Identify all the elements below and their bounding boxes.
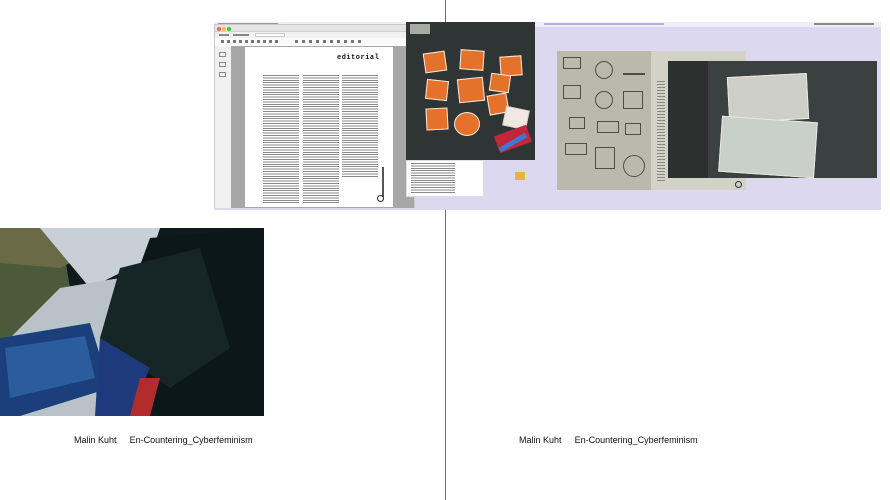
logo-icon [377,195,384,202]
attachment-icon[interactable] [219,72,226,77]
pdf-text-column [342,75,378,177]
logo-icon [735,181,742,188]
text-editor-window [406,160,484,197]
status-icons [814,23,874,25]
stamp-mark [569,117,585,129]
pdf-text-column [263,75,299,203]
text-lines [411,163,455,193]
sticker [456,76,486,104]
folder-icon[interactable] [515,172,525,180]
window-title-bar[interactable] [215,25,414,32]
pdf-text-column [303,75,339,203]
pages-icon[interactable] [219,52,226,57]
close-icon[interactable] [217,26,221,31]
object [410,24,430,34]
caption-title: En-Countering_Cyberfeminism [129,435,253,445]
cd-cases-photo [668,61,877,179]
shadow [668,61,708,178]
caption-left: Malin Kuht En-Countering_Cyberfeminism [74,434,253,446]
cd-case [718,115,818,179]
stamp-mark [563,85,581,99]
stamp-mark [595,91,613,109]
pdf-reader-window: editorial [214,24,415,208]
tab-document[interactable] [255,33,285,37]
sticker [459,49,485,71]
sticker [488,72,512,94]
sticker [425,78,449,102]
minimize-icon[interactable] [222,26,226,31]
sticker [454,112,480,136]
toolbar-icons[interactable] [295,40,365,43]
pdf-page: editorial [245,47,393,207]
sidebar [215,46,232,208]
pdf-page-title: editorial [337,54,380,62]
tab-tools[interactable] [233,34,249,36]
paper-text [657,81,665,181]
toolbar-icons[interactable] [221,40,281,43]
caption-author: Malin Kuht [519,435,562,445]
stamp-mark [595,147,615,169]
caption-title: En-Countering_Cyberfeminism [574,435,698,445]
tab-home[interactable] [219,34,229,36]
menu-bar-items [544,23,664,25]
video-still-image [0,228,264,416]
bookmark-icon[interactable] [219,62,226,67]
video-still [0,228,264,416]
stickers-photo [406,22,535,160]
stamp-mark [565,143,587,155]
caption-right: Malin Kuht En-Countering_Cyberfeminism [519,434,698,446]
pdf-vertical-text [382,167,384,197]
stamp-mark [623,61,645,75]
stamps-sheet-photo [557,51,651,190]
sticker [425,107,449,131]
zoom-icon[interactable] [227,26,231,31]
stamp-mark [563,57,581,69]
stamp-mark [597,121,619,133]
cd-case [726,72,810,124]
sticker [422,50,448,74]
stamp-mark [623,91,643,109]
stamp-mark [625,123,641,135]
caption-author: Malin Kuht [74,435,117,445]
stamp-mark [623,155,645,177]
stamp-mark [595,61,613,79]
